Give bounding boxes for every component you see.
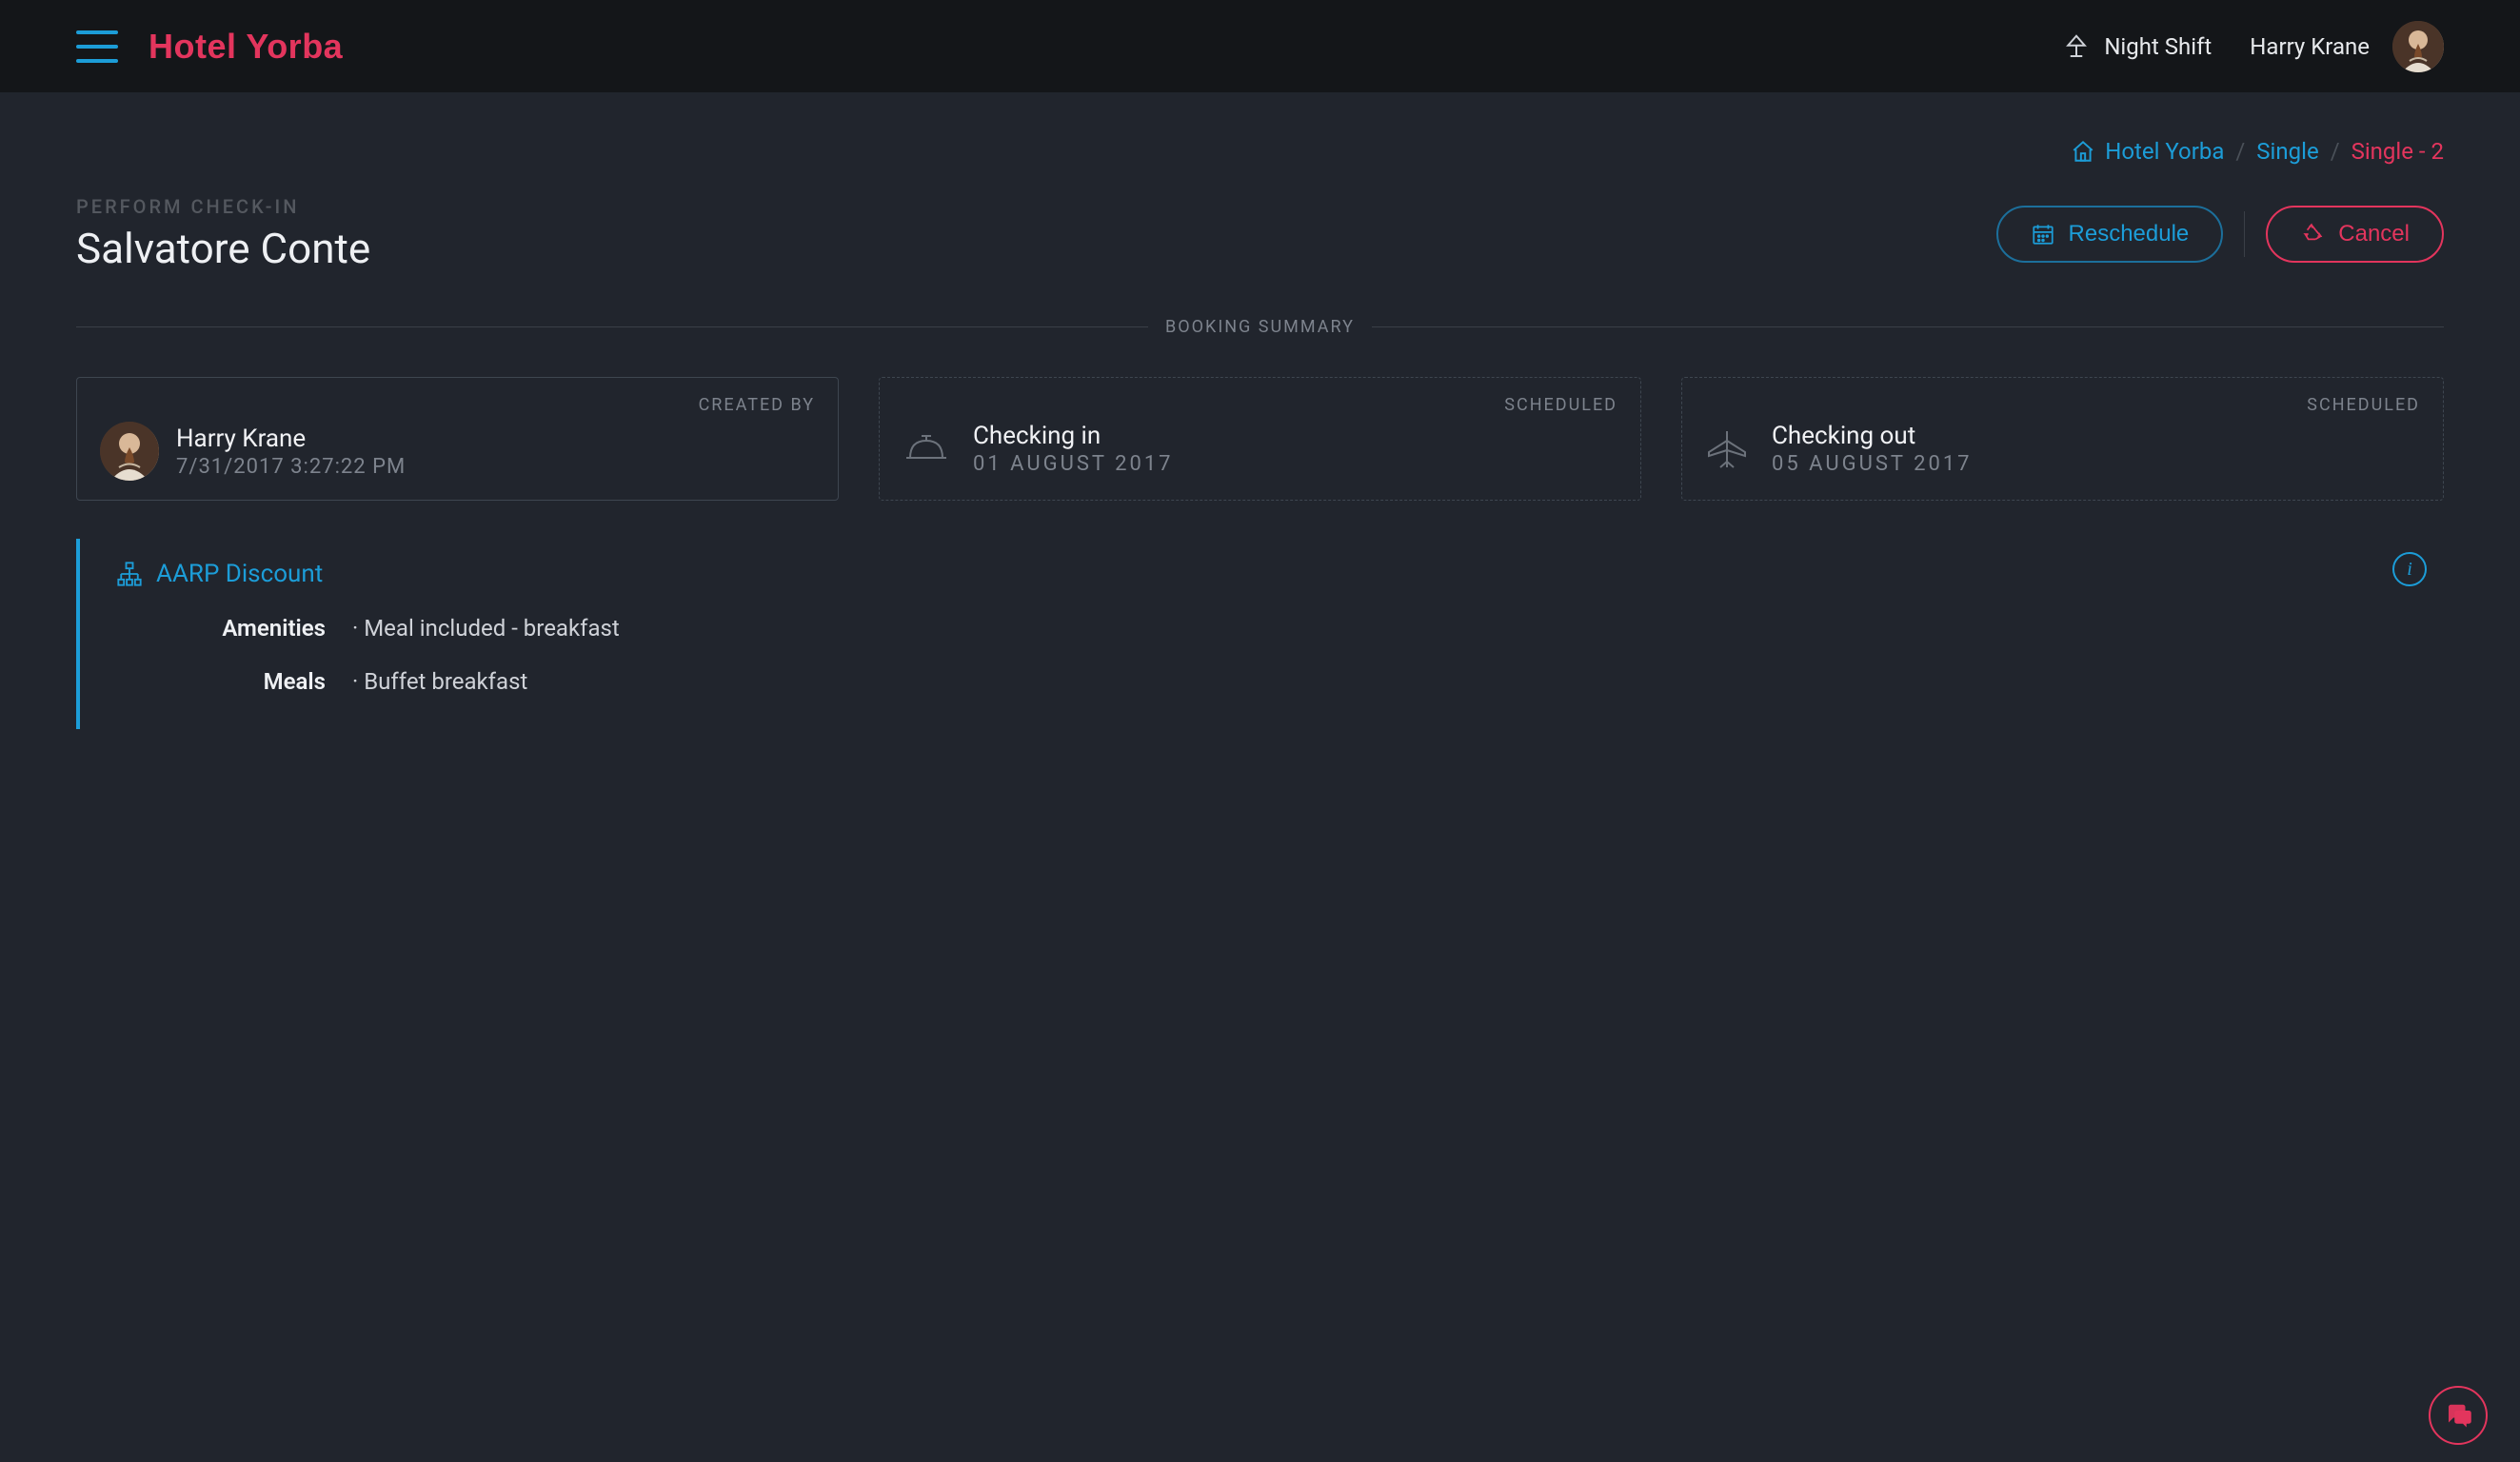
card-tag: SCHEDULED <box>1504 395 1617 415</box>
lamp-icon <box>2062 32 2091 61</box>
card-tag: CREATED BY <box>699 395 815 415</box>
breadcrumb-item-label: Single <box>2256 138 2318 165</box>
header-user-name[interactable]: Harry Krane <box>2250 33 2370 60</box>
checkout-date: 05 AUGUST 2017 <box>1772 452 1973 476</box>
discount-row-key: Meals <box>116 668 326 695</box>
recycle-icon <box>2300 222 2325 247</box>
breadcrumb-separator: / <box>2235 138 2245 165</box>
action-separator <box>2244 211 2245 257</box>
checkin-label: Checking in <box>973 422 1174 450</box>
reschedule-button[interactable]: Reschedule <box>1996 206 2224 263</box>
title-actions: Reschedule Cancel <box>1996 206 2444 263</box>
card-checkin: SCHEDULED Checking in 01 AUGUST 2017 <box>879 377 1641 501</box>
discount-row-value: · Buffet breakfast <box>352 668 527 695</box>
discount-row: Meals · Buffet breakfast <box>116 668 2444 695</box>
checkout-label: Checking out <box>1772 422 1973 450</box>
card-checkout: SCHEDULED Checking out 05 AUGUST 2017 <box>1681 377 2444 501</box>
shift-label: Night Shift <box>2104 33 2212 60</box>
discount-panel: AARP Discount i Amenities · Meal include… <box>76 539 2444 729</box>
header-avatar[interactable] <box>2392 21 2444 72</box>
card-tag: SCHEDULED <box>2307 395 2420 415</box>
creator-avatar <box>100 422 159 481</box>
info-icon[interactable]: i <box>2392 552 2427 586</box>
plane-icon <box>1705 427 1749 471</box>
breadcrumb: Hotel Yorba / Single / Single - 2 <box>76 92 2444 165</box>
app-header: Hotel Yorba Night Shift Harry Krane <box>0 0 2520 92</box>
breadcrumb-item-label: Hotel Yorba <box>2105 138 2224 165</box>
checkin-date: 01 AUGUST 2017 <box>973 452 1174 476</box>
cancel-label: Cancel <box>2338 221 2410 247</box>
discount-row: Amenities · Meal included - breakfast <box>116 615 2444 642</box>
hamburger-menu-button[interactable] <box>76 30 118 63</box>
shift-indicator[interactable]: Night Shift <box>2062 32 2212 61</box>
chat-fab[interactable] <box>2429 1386 2488 1445</box>
breadcrumb-item[interactable]: Single <box>2256 138 2318 165</box>
reschedule-label: Reschedule <box>2069 221 2190 247</box>
discount-title-label: AARP Discount <box>156 560 323 588</box>
page-title-block: PERFORM CHECK-IN Salvatore Conte <box>76 195 370 273</box>
guest-name: Salvatore Conte <box>76 224 370 273</box>
creator-name: Harry Krane <box>176 425 406 453</box>
discount-title: AARP Discount <box>116 560 2444 588</box>
home-icon <box>2071 139 2095 164</box>
chat-icon <box>2444 1401 2472 1430</box>
section-label: BOOKING SUMMARY <box>1165 317 1355 337</box>
calendar-icon <box>2031 222 2055 247</box>
card-created-by: CREATED BY Harry Krane 7/31/2017 3:27:22… <box>76 377 839 501</box>
bell-icon <box>903 429 950 469</box>
breadcrumb-home[interactable]: Hotel Yorba <box>2071 138 2224 165</box>
brand-logo[interactable]: Hotel Yorba <box>149 27 343 67</box>
sitemap-icon <box>116 561 143 587</box>
cancel-button[interactable]: Cancel <box>2266 206 2444 263</box>
breadcrumb-item-active: Single - 2 <box>2351 138 2444 165</box>
discount-row-value: · Meal included - breakfast <box>352 615 620 642</box>
discount-row-key: Amenities <box>116 615 326 642</box>
section-divider: BOOKING SUMMARY <box>76 317 2444 337</box>
page-kicker: PERFORM CHECK-IN <box>76 195 370 218</box>
creator-timestamp: 7/31/2017 3:27:22 PM <box>176 455 406 479</box>
breadcrumb-separator: / <box>2331 138 2340 165</box>
